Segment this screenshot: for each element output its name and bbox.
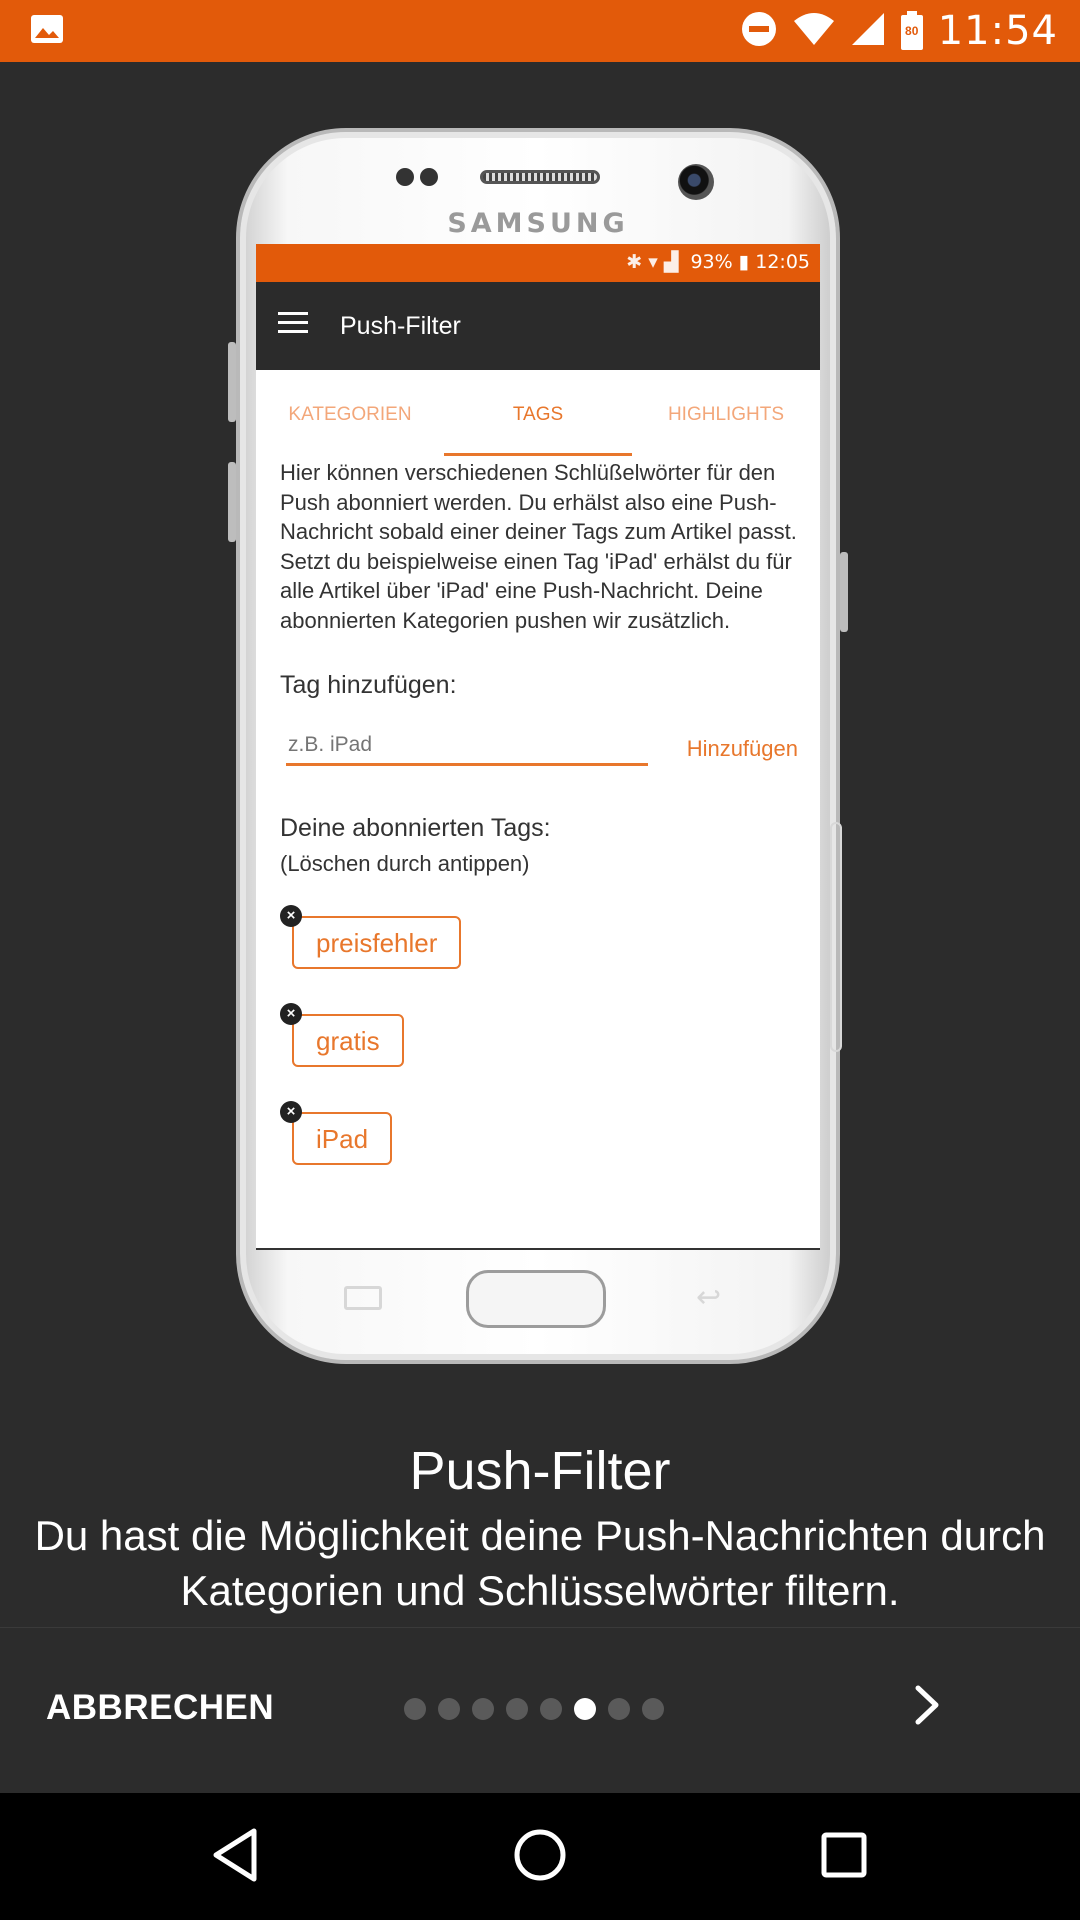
tag-input — [286, 726, 648, 766]
battery-icon: 80 — [900, 11, 924, 51]
wifi-icon — [792, 11, 836, 52]
image-icon — [30, 14, 64, 44]
page-dot — [608, 1698, 630, 1720]
nav-recents-icon[interactable] — [812, 1823, 876, 1887]
inner-status-icons: ✱ ▾ ▟ — [626, 251, 679, 273]
home-button — [466, 1270, 606, 1328]
page-dot — [540, 1698, 562, 1720]
hamburger-icon — [278, 312, 308, 334]
inner-battery-icon: ▮ — [738, 251, 750, 273]
tab-tags: TAGS — [512, 404, 564, 425]
phone-screen: ✱ ▾ ▟ 93% ▮ 12:05 Push-Filter KATEGORIEN… — [256, 244, 820, 1250]
tags-description: Hier können verschiedenen Schlüßelwörter… — [280, 460, 797, 633]
onboarding-footer: ABBRECHEN — [0, 1627, 1080, 1793]
inner-status-bar: ✱ ▾ ▟ 93% ▮ 12:05 — [256, 244, 820, 282]
page-dot — [438, 1698, 460, 1720]
page-dot — [642, 1698, 664, 1720]
inner-tabs: KATEGORIEN TAGS HIGHLIGHTS — [256, 370, 820, 456]
subscribed-tags-label: Deine abonnierten Tags: — [280, 814, 551, 842]
tab-indicator — [444, 453, 632, 456]
page-description: Du hast die Möglichkeit deine Push-Nachr… — [34, 1512, 1046, 1614]
nav-home-icon[interactable] — [508, 1823, 572, 1887]
earpiece — [480, 170, 600, 184]
phone-mockup: SAMSUNG ✱ ▾ ▟ 93% ▮ 12:05 Push-Filter KA… — [228, 128, 848, 1364]
remove-tag-icon: × — [280, 1101, 302, 1123]
tag-item: iPad × — [280, 1101, 798, 1199]
page-title: Push-Filter — [409, 1441, 671, 1501]
skip-button[interactable]: ABBRECHEN — [46, 1688, 274, 1728]
add-tag-label: Tag hinzufügen: — [280, 671, 457, 699]
do-not-disturb-icon — [740, 10, 778, 53]
page-dot-active — [574, 1698, 596, 1720]
recent-apps-icon — [344, 1286, 382, 1310]
inner-app-title: Push-Filter — [340, 312, 461, 340]
scroll-edge — [830, 822, 842, 1052]
tag-item: preisfehler × — [280, 905, 798, 1003]
tag-list: preisfehler × gratis × iPad × — [280, 905, 798, 1199]
onboarding-page: SAMSUNG ✱ ▾ ▟ 93% ▮ 12:05 Push-Filter KA… — [0, 62, 1080, 1627]
add-tag-button: Hinzufügen — [686, 736, 798, 761]
chevron-right-icon — [915, 1685, 939, 1725]
tag-item: gratis × — [280, 1003, 798, 1101]
inner-app-bar: Push-Filter — [256, 282, 820, 370]
page-indicator — [404, 1698, 664, 1720]
tab-highlights: HIGHLIGHTS — [667, 404, 785, 425]
inner-battery: 93% — [690, 251, 733, 273]
battery-level-text: 80 — [905, 24, 919, 38]
inner-time: 12:05 — [755, 251, 810, 273]
clock: 11:54 — [937, 8, 1058, 54]
tag-chip: gratis — [292, 1014, 404, 1067]
subscribed-tags-hint: (Löschen durch antippen) — [280, 851, 530, 876]
page-dot — [472, 1698, 494, 1720]
back-icon: ↩ — [696, 1281, 722, 1314]
system-nav-bar — [0, 1793, 1080, 1920]
tab-kategorien: KATEGORIEN — [288, 404, 412, 425]
next-button[interactable] — [908, 1680, 948, 1730]
tag-chip: preisfehler — [292, 916, 462, 969]
page-dot — [404, 1698, 426, 1720]
status-bar: 80 11:54 — [0, 0, 1080, 62]
tag-chip: iPad — [292, 1112, 393, 1165]
remove-tag-icon: × — [280, 1003, 302, 1025]
page-dot — [506, 1698, 528, 1720]
remove-tag-icon: × — [280, 905, 302, 927]
phone-brand: SAMSUNG — [447, 208, 629, 239]
signal-icon — [850, 11, 886, 52]
nav-back-icon[interactable] — [204, 1823, 268, 1887]
camera-icon — [678, 164, 714, 200]
